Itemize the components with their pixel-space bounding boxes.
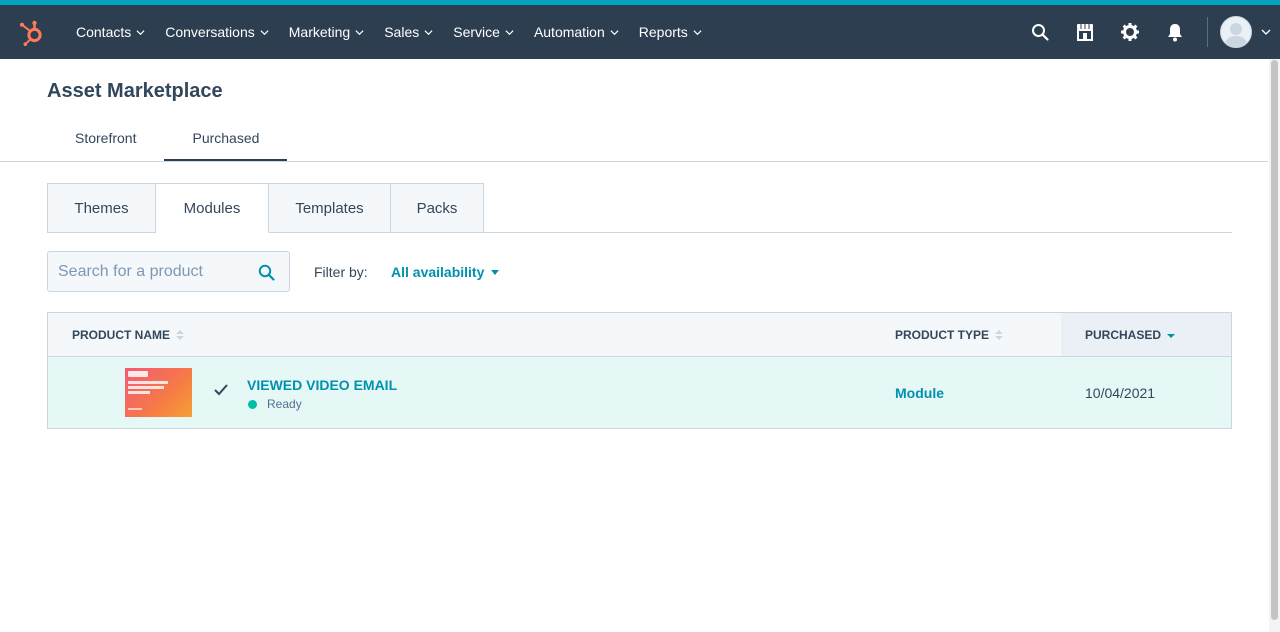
sort-descending-icon	[1167, 332, 1176, 338]
tab-templates[interactable]: Templates	[269, 183, 391, 233]
status-badge: Ready	[248, 397, 302, 411]
nav-item-label: Service	[453, 24, 500, 40]
nav-item-conversations[interactable]: Conversations	[155, 5, 279, 59]
nav-item-label: Reports	[638, 24, 688, 40]
column-header-product-name[interactable]: PRODUCT NAME	[48, 313, 184, 356]
nav-divider	[1207, 17, 1208, 47]
hubspot-logo-icon[interactable]	[18, 19, 46, 47]
scrollbar-thumb[interactable]	[1271, 60, 1278, 620]
nav-item-reports[interactable]: Reports	[629, 5, 712, 59]
avatar[interactable]	[1220, 16, 1252, 48]
filter-value: All availability	[391, 264, 485, 280]
nav-utilities	[1017, 5, 1280, 59]
status-label: Ready	[267, 397, 302, 411]
nav-item-label: Automation	[533, 24, 605, 40]
chevron-down-icon	[355, 29, 364, 35]
column-header-product-type[interactable]: PRODUCT TYPE	[895, 313, 1004, 356]
chevron-down-icon	[424, 29, 433, 35]
purchased-products-table: PRODUCT NAME PRODUCT TYPE PURCHASED VIEW…	[47, 312, 1232, 429]
gear-icon[interactable]	[1107, 5, 1152, 59]
nav-item-service[interactable]: Service	[443, 5, 524, 59]
tab-storefront[interactable]: Storefront	[47, 118, 164, 162]
purchased-date: 10/04/2021	[1085, 385, 1156, 401]
main-menu: Contacts Conversations Marketing Sales S…	[66, 5, 712, 59]
table-header: PRODUCT NAME PRODUCT TYPE PURCHASED	[48, 313, 1231, 357]
nav-item-label: Conversations	[165, 24, 255, 40]
tab-packs[interactable]: Packs	[391, 183, 484, 233]
tab-themes[interactable]: Themes	[47, 183, 156, 233]
tab-purchased[interactable]: Purchased	[164, 118, 288, 162]
product-type-link[interactable]: Module	[895, 385, 944, 401]
chevron-down-icon	[505, 29, 514, 35]
status-dot-icon	[248, 399, 257, 409]
column-header-purchased[interactable]: PURCHASED	[1061, 313, 1231, 356]
sort-icon	[176, 329, 184, 340]
nav-item-marketing[interactable]: Marketing	[279, 5, 374, 59]
product-thumbnail	[125, 368, 192, 417]
nav-item-automation[interactable]: Automation	[524, 5, 629, 59]
filter-label: Filter by:	[314, 264, 368, 280]
page-title: Asset Marketplace	[47, 80, 223, 102]
nav-item-contacts[interactable]: Contacts	[66, 5, 155, 59]
chevron-down-icon	[693, 29, 702, 35]
marketplace-icon[interactable]	[1062, 5, 1107, 59]
page-tabs: Storefront Purchased	[47, 118, 288, 162]
availability-filter-dropdown[interactable]: All availability	[391, 264, 500, 280]
caret-down-icon	[491, 269, 500, 275]
sub-tabs-divider	[483, 232, 1232, 233]
tabs-divider	[0, 161, 1268, 162]
nav-item-label: Marketing	[288, 24, 351, 40]
user-icon	[1224, 23, 1248, 47]
bell-icon[interactable]	[1152, 5, 1197, 59]
column-header-label: PRODUCT NAME	[72, 327, 170, 342]
product-category-tabs: Themes Modules Templates Packs	[47, 183, 484, 233]
tab-modules[interactable]: Modules	[156, 183, 269, 233]
top-navigation: Contacts Conversations Marketing Sales S…	[0, 5, 1280, 59]
account-menu-chevron-icon[interactable]	[1252, 5, 1280, 59]
product-name-link[interactable]: VIEWED VIDEO EMAIL	[247, 377, 397, 393]
nav-item-label: Contacts	[76, 24, 132, 40]
column-header-label: PURCHASED	[1085, 327, 1162, 342]
search-box	[47, 251, 290, 292]
chevron-down-icon	[136, 29, 145, 35]
column-header-label: PRODUCT TYPE	[895, 327, 990, 342]
nav-item-sales[interactable]: Sales	[374, 5, 443, 59]
search-icon[interactable]	[258, 264, 275, 281]
nav-item-label: Sales	[384, 24, 420, 40]
search-input[interactable]	[48, 252, 248, 291]
search-icon[interactable]	[1017, 5, 1062, 59]
table-row[interactable]: VIEWED VIDEO EMAIL Ready Module 10/04/20…	[48, 357, 1231, 428]
checkmark-icon	[214, 384, 228, 396]
chevron-down-icon	[260, 29, 269, 35]
sort-icon	[995, 329, 1004, 340]
chevron-down-icon	[610, 29, 619, 35]
